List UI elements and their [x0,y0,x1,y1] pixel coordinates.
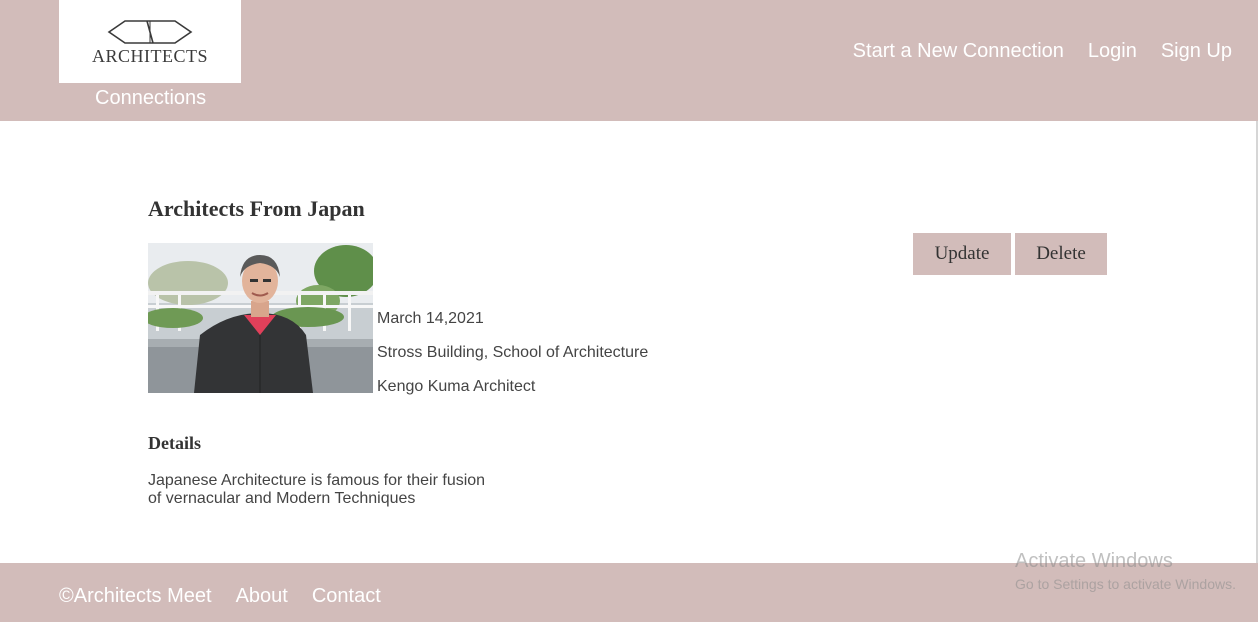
logo-mark-icon [107,20,193,44]
page: ARCHITECTS Connections Start a New Conne… [0,0,1258,622]
logo[interactable]: ARCHITECTS [59,0,241,83]
event-location: Stross Building, School of Architecture [377,344,649,361]
event-title: Architects From Japan [148,196,365,221]
brand-subtitle[interactable]: Connections [95,87,206,110]
update-button[interactable]: Update [913,233,1011,275]
footer-links: ©Architects Meet About Contact [59,585,381,608]
footer-contact-link[interactable]: Contact [312,585,381,608]
nav-signup-link[interactable]: Sign Up [1161,40,1232,63]
portrait-photo-icon [148,243,373,393]
event-photo [148,243,373,393]
logo-text: ARCHITECTS [91,46,208,66]
event-date: March 14,2021 [377,310,484,327]
main-nav: Start a New Connection Login Sign Up [853,40,1232,63]
details-heading: Details [148,433,201,453]
nav-login-link[interactable]: Login [1088,40,1137,63]
delete-button[interactable]: Delete [1015,233,1107,275]
site-header: ARCHITECTS Connections Start a New Conne… [0,0,1258,121]
activation-watermark-title: Activate Windows [1015,550,1173,572]
footer-copyright-link[interactable]: ©Architects Meet [59,585,212,608]
activation-watermark-subtitle: Go to Settings to activate Windows. [1015,576,1236,592]
details-text: Japanese Architecture is famous for thei… [148,472,486,507]
nav-new-connection-link[interactable]: Start a New Connection [853,40,1064,63]
footer-about-link[interactable]: About [236,585,288,608]
event-host: Kengo Kuma Architect [377,378,536,395]
